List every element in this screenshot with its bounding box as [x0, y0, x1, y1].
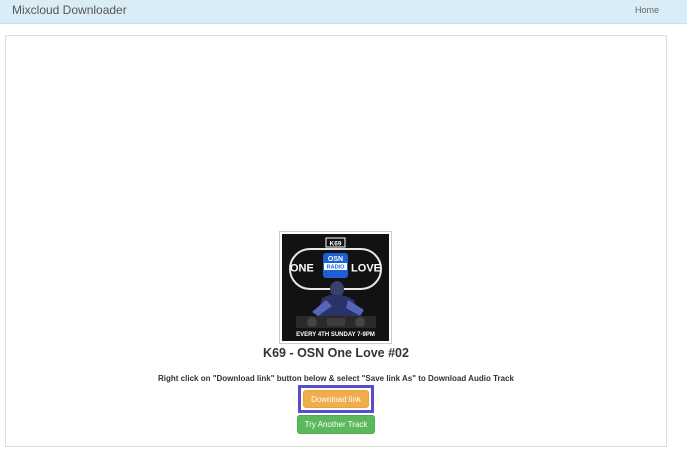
nav-home-link[interactable]: Home: [635, 5, 659, 15]
cover-word-right: LOVE: [351, 263, 381, 275]
navbar: Mixcloud Downloader Home: [0, 0, 687, 24]
cover-art-frame: K69 ONE LOVE OSN RADIO EVERY 4TH SUNDAY …: [279, 231, 392, 344]
track-title: K69 - OSN One Love #02: [263, 346, 409, 360]
cover-art-graphic: K69 ONE LOVE OSN RADIO EVERY 4TH SUNDAY …: [282, 234, 389, 341]
download-instruction: Right click on "Download link" button be…: [158, 374, 514, 383]
cover-logo-top: OSN: [328, 256, 343, 263]
cover-logo-bottom: RADIO: [327, 265, 345, 271]
download-link-button[interactable]: Download link: [303, 390, 369, 408]
try-another-track-button[interactable]: Try Another Track: [297, 415, 375, 434]
cover-footer-text: EVERY 4TH SUNDAY 7-9PM: [296, 332, 375, 338]
cover-word-left: ONE: [290, 263, 314, 275]
brand-link[interactable]: Mixcloud Downloader: [12, 3, 127, 17]
cover-badge-text: K69: [330, 240, 342, 247]
cover-art: K69 ONE LOVE OSN RADIO EVERY 4TH SUNDAY …: [282, 234, 389, 341]
